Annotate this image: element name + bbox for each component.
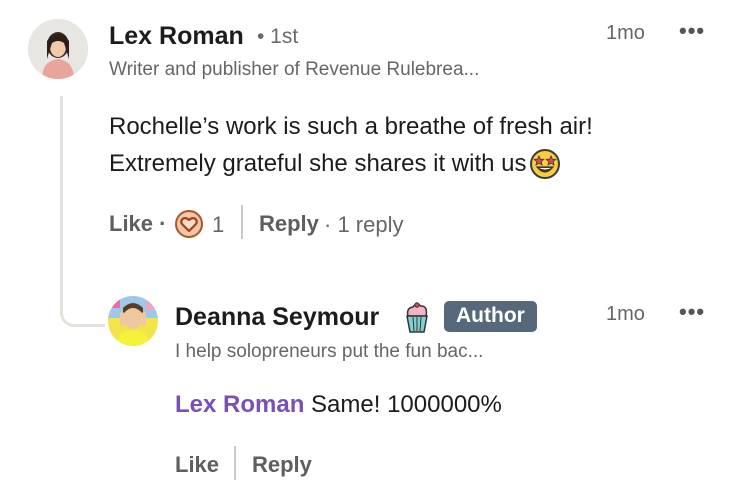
comment-text-line-2: Extremely grateful she shares it with us <box>109 150 527 177</box>
comment-author-name[interactable]: Lex Roman <box>109 22 244 51</box>
reply-text: Lex Roman Same! 1000000% <box>175 386 502 423</box>
reply-text-content: Same! 1000000% <box>304 391 502 418</box>
cupcake-icon <box>402 302 432 334</box>
comment-author-headline[interactable]: Writer and publisher of Revenue Rulebrea… <box>109 59 479 81</box>
comment-text-line-1: Rochelle’s work is such a breathe of fre… <box>109 113 593 140</box>
reply-action-divider <box>234 446 236 480</box>
reply-more-options-icon[interactable]: ••• <box>679 299 705 325</box>
reply-reply-button[interactable]: Reply <box>252 452 312 478</box>
reply-author-headline[interactable]: I help solopreneurs put the fun bac... <box>175 341 483 363</box>
reply-timestamp: 1mo <box>606 303 645 325</box>
mention-link[interactable]: Lex Roman <box>175 391 304 418</box>
comment-text: Rochelle’s work is such a breathe of fre… <box>109 108 709 182</box>
reply-count-link[interactable]: · 1 reply <box>324 212 403 238</box>
author-badge: Author <box>444 301 537 332</box>
heart-reaction-icon[interactable] <box>175 210 203 238</box>
avatar-lex-roman[interactable] <box>28 19 88 79</box>
comment-more-options-icon[interactable]: ••• <box>679 18 705 44</box>
connection-degree: • 1st <box>257 25 299 48</box>
star-struck-emoji <box>529 148 561 180</box>
reply-like-button[interactable]: Like <box>175 452 219 478</box>
comment-like-button[interactable]: Like · <box>109 211 166 237</box>
avatar-deanna-seymour[interactable] <box>108 296 158 346</box>
thread-connector <box>60 96 105 327</box>
reaction-count[interactable]: 1 <box>212 212 224 238</box>
comment-reply-button[interactable]: Reply <box>259 211 319 237</box>
reply-author-name[interactable]: Deanna Seymour <box>175 303 379 332</box>
comment-timestamp: 1mo <box>606 22 645 44</box>
action-divider <box>241 205 243 239</box>
